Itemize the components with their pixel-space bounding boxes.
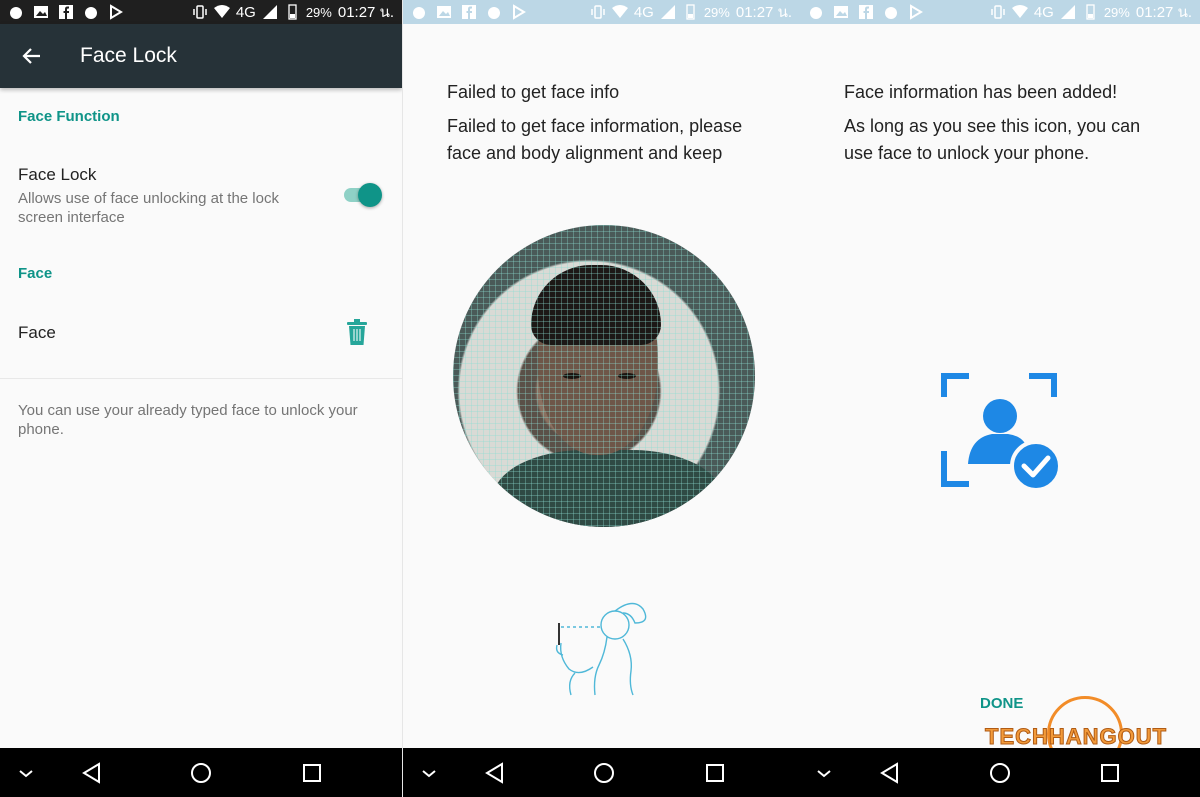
- navigation-bar: [0, 748, 402, 797]
- back-arrow-icon[interactable]: [0, 24, 64, 88]
- face-lock-subtitle: Allows use of face unlocking at the lock…: [18, 190, 279, 226]
- notification-icon: [486, 4, 502, 20]
- face-lock-toggle[interactable]: [344, 183, 382, 207]
- face-added-success-screen: 4G 29% 01:27 น. Face information has bee…: [800, 0, 1200, 797]
- gallery-icon: [33, 4, 49, 20]
- battery-percent: 29%: [1103, 4, 1130, 20]
- camera-preview: [453, 225, 755, 527]
- network-type: 4G: [235, 3, 256, 21]
- gallery-icon: [436, 4, 452, 20]
- app-bar: Face Lock: [0, 24, 402, 88]
- facebook-icon: [858, 4, 874, 20]
- error-title: Failed to get face info: [447, 82, 620, 102]
- battery-icon: [682, 4, 698, 20]
- network-type: 4G: [633, 3, 654, 21]
- face-lock-settings-screen: 4G 29% 01:27 น. Face Lock Face Function …: [0, 0, 402, 797]
- play-store-icon: [511, 4, 527, 20]
- error-body: Failed to get face information, please f…: [447, 116, 743, 163]
- wifi-icon: [611, 4, 628, 20]
- toggle-thumb: [358, 183, 382, 207]
- page-title: Face Lock: [80, 44, 177, 67]
- trash-icon[interactable]: [347, 319, 367, 345]
- nav-back-icon[interactable]: [878, 761, 902, 785]
- nav-home-icon[interactable]: [988, 761, 1012, 785]
- nav-recents-icon[interactable]: [703, 761, 727, 785]
- section-header-face: Face: [18, 265, 53, 282]
- section-header-face-function: Face Function: [18, 108, 120, 125]
- navigation-bar: [800, 748, 1200, 797]
- nav-recents-icon[interactable]: [1098, 761, 1122, 785]
- face-item-label: Face: [18, 323, 56, 342]
- battery-icon: [284, 4, 300, 20]
- nav-recents-icon[interactable]: [300, 761, 324, 785]
- notification-icon: [83, 4, 99, 20]
- system-status: 4G 29% 01:27 น.: [990, 0, 1192, 24]
- battery-percent: 29%: [703, 4, 730, 20]
- vibrate-icon: [990, 4, 1006, 20]
- notification-icons: [8, 4, 124, 20]
- status-bar: 4G 29% 01:27 น.: [403, 0, 800, 24]
- signal-icon: [262, 4, 278, 20]
- face-lock-title: Face Lock: [18, 165, 97, 184]
- divider: [0, 378, 402, 379]
- footer-note: You can use your already typed face to u…: [18, 402, 358, 438]
- status-bar: 4G 29% 01:27 น.: [0, 0, 402, 24]
- battery-percent: 29%: [305, 4, 332, 20]
- vibrate-icon: [192, 4, 208, 20]
- notification-icon: [883, 4, 899, 20]
- nav-collapse-icon[interactable]: [14, 761, 38, 785]
- signal-icon: [1060, 4, 1076, 20]
- network-type: 4G: [1033, 3, 1054, 21]
- nav-collapse-icon[interactable]: [417, 761, 441, 785]
- play-store-icon: [908, 4, 924, 20]
- notification-icon: [808, 4, 824, 20]
- vibrate-icon: [590, 4, 606, 20]
- clock: 01:27 น.: [735, 4, 792, 21]
- battery-icon: [1082, 4, 1098, 20]
- success-body: As long as you see this icon, you can us…: [844, 116, 1141, 163]
- face-check-icon: [940, 372, 1062, 494]
- notification-icon: [411, 4, 427, 20]
- nav-home-icon[interactable]: [189, 761, 213, 785]
- clock: 01:27 น.: [1135, 4, 1192, 21]
- wifi-icon: [213, 4, 230, 20]
- navigation-bar: [403, 748, 800, 797]
- face-capture-error-screen: 4G 29% 01:27 น. Failed to get face info …: [402, 0, 800, 797]
- notification-icon: [8, 4, 24, 20]
- notification-icons: [808, 4, 924, 20]
- status-bar: 4G 29% 01:27 น.: [800, 0, 1200, 24]
- nav-home-icon[interactable]: [592, 761, 616, 785]
- gallery-icon: [833, 4, 849, 20]
- success-title: Face information has been added!: [844, 82, 1118, 102]
- nav-collapse-icon[interactable]: [812, 761, 836, 785]
- wifi-icon: [1011, 4, 1028, 20]
- watermark-text: TECHHANGOUT: [984, 724, 1168, 750]
- play-store-icon: [108, 4, 124, 20]
- facebook-icon: [461, 4, 477, 20]
- alignment-guide-icon: [553, 595, 663, 700]
- system-status: 4G 29% 01:27 น.: [590, 0, 792, 24]
- clock: 01:27 น.: [337, 4, 394, 21]
- scan-grid-overlay: [453, 225, 755, 527]
- facebook-icon: [58, 4, 74, 20]
- notification-icons: [411, 4, 527, 20]
- system-status: 4G 29% 01:27 น.: [192, 0, 394, 24]
- nav-back-icon[interactable]: [483, 761, 507, 785]
- nav-back-icon[interactable]: [80, 761, 104, 785]
- signal-icon: [660, 4, 676, 20]
